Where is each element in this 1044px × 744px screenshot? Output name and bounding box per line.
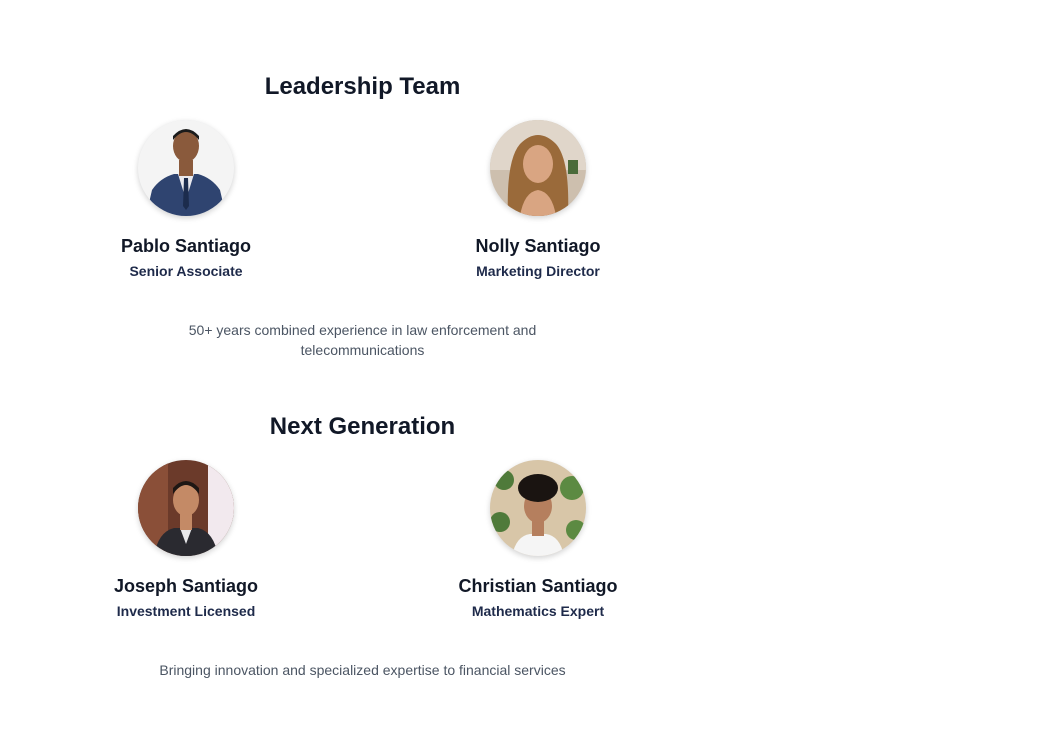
- caption-text: Bringing innovation and specialized expe…: [159, 662, 566, 678]
- portrait-photo-icon: [490, 120, 586, 216]
- portrait-photo-icon: [490, 460, 586, 556]
- member-name: Nolly Santiago: [475, 236, 601, 256]
- section-caption-next-generation: Bringing innovation and specialized expe…: [10, 660, 715, 680]
- member-name: Joseph Santiago: [113, 576, 259, 596]
- section-title-next-generation: Next Generation: [269, 413, 456, 440]
- team-page: Leadership Team Pablo Santiago Senior As: [0, 0, 1044, 744]
- leadership-members: Pablo Santiago Senior Associate Nolly Sa…: [10, 116, 715, 306]
- member-name: Christian Santiago: [458, 576, 618, 596]
- team-member-card: Nolly Santiago Marketing Director: [438, 116, 638, 280]
- next-generation-section: Next Generation Joseph Santiago Investme…: [10, 410, 715, 678]
- member-role: Mathematics Expert: [471, 603, 605, 619]
- member-role: Senior Associate: [129, 263, 243, 279]
- avatar: [490, 460, 586, 556]
- next-generation-members: Joseph Santiago Investment Licensed Chri…: [10, 456, 715, 646]
- section-caption-leadership: 50+ years combined experience in law enf…: [10, 320, 715, 360]
- portrait-photo-icon: [138, 460, 234, 556]
- leadership-section: Leadership Team Pablo Santiago Senior As: [10, 70, 715, 358]
- section-title-leadership: Leadership Team: [264, 73, 461, 100]
- caption-text: 50+ years combined experience in law enf…: [188, 322, 537, 358]
- avatar: [490, 120, 586, 216]
- avatar: [138, 460, 234, 556]
- portrait-photo-icon: [138, 120, 234, 216]
- team-member-card: Christian Santiago Mathematics Expert: [438, 456, 638, 620]
- team-member-card: Joseph Santiago Investment Licensed: [86, 456, 286, 620]
- member-role: Investment Licensed: [116, 603, 256, 619]
- avatar: [138, 120, 234, 216]
- team-member-card: Pablo Santiago Senior Associate: [86, 116, 286, 280]
- member-name: Pablo Santiago: [120, 236, 252, 256]
- member-role: Marketing Director: [476, 263, 600, 279]
